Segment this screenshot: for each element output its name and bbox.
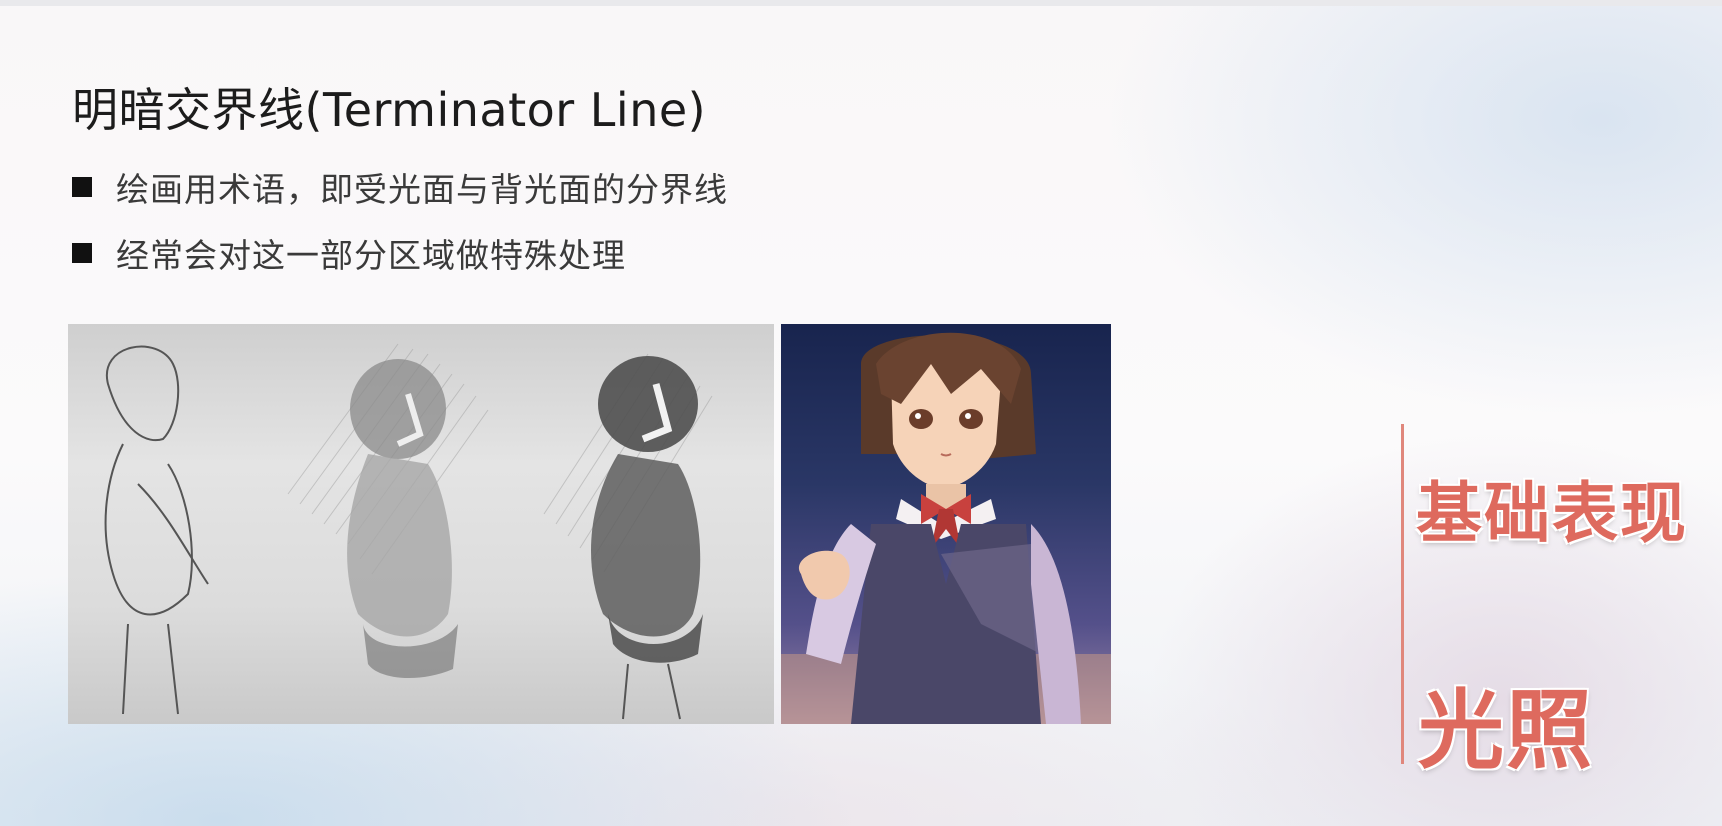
bullet-item: 绘画用术语，即受光面与背光面的分界线	[72, 154, 728, 220]
figure-shaded	[347, 359, 458, 679]
bullet-square-icon	[72, 243, 92, 263]
bullet-list: 绘画用术语，即受光面与背光面的分界线 经常会对这一部分区域做特殊处理	[72, 154, 728, 286]
vertical-accent-line	[1401, 424, 1404, 764]
figure-outline	[104, 345, 209, 715]
bullet-text: 绘画用术语，即受光面与背光面的分界线	[116, 170, 728, 209]
section-label-top: 基础表现	[1416, 475, 1688, 552]
slide-title: 明暗交界线(Terminator Line)	[72, 83, 707, 137]
sketch-illustration-image	[68, 324, 774, 724]
anime-character-image	[781, 324, 1111, 724]
sketch-figures-graphic	[104, 343, 713, 720]
bullet-text: 经常会对这一部分区域做特殊处理	[116, 236, 626, 275]
top-divider	[0, 0, 1722, 6]
bullet-square-icon	[72, 177, 92, 197]
bullet-item: 经常会对这一部分区域做特殊处理	[72, 220, 728, 286]
section-label-bottom: 光照	[1418, 681, 1594, 781]
anime-character-graphic	[781, 332, 1111, 724]
figure-dark	[591, 356, 703, 720]
